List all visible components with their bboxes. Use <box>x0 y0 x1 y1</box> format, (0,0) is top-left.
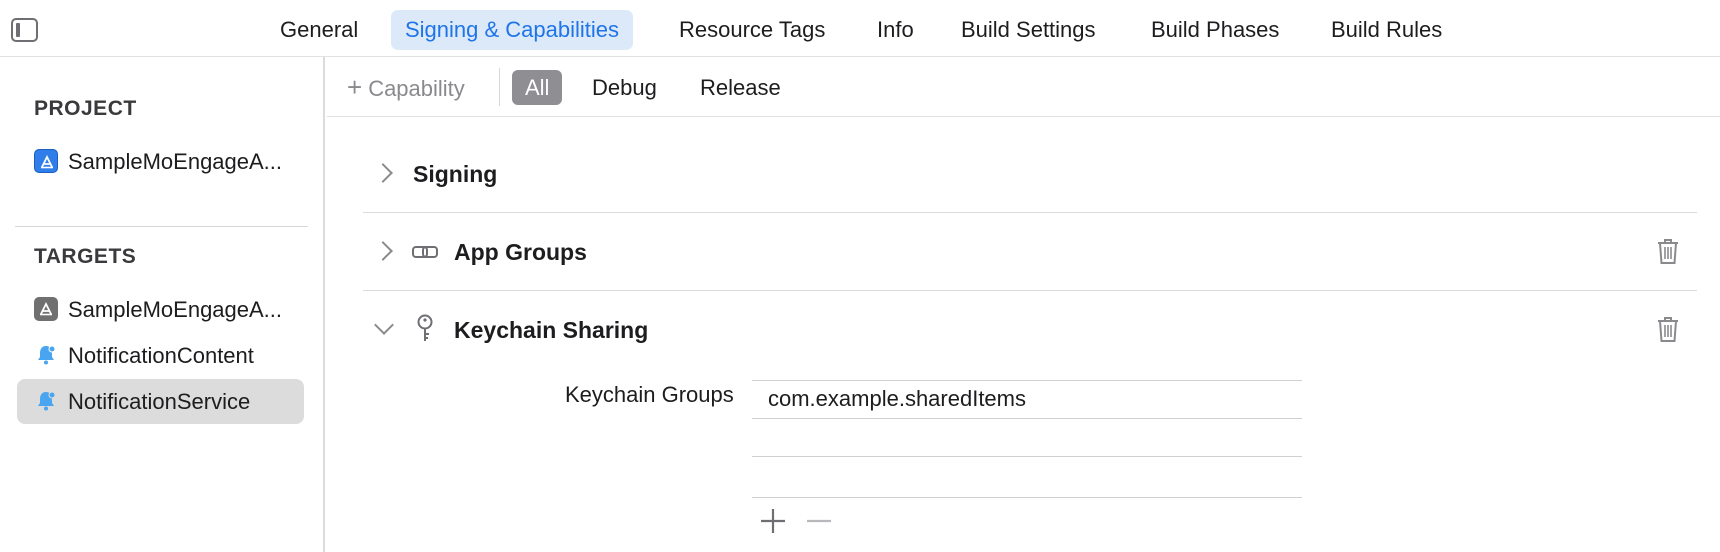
tab-build-rules[interactable]: Build Rules <box>1317 10 1456 50</box>
targets-section-header: TARGETS <box>34 245 137 268</box>
table-row-empty[interactable] <box>752 456 1302 494</box>
tab-signing-capabilities[interactable]: Signing & Capabilities <box>391 10 634 50</box>
project-navigator: PROJECT SampleMoEngageA... TARGETS Sampl… <box>0 57 325 552</box>
add-group-button[interactable] <box>757 505 789 537</box>
add-capability-label: Capability <box>368 76 465 101</box>
app-store-icon <box>34 149 58 173</box>
trash-icon[interactable] <box>1656 315 1680 343</box>
add-capability-button[interactable]: + Capability <box>347 69 465 105</box>
tab-general[interactable]: General <box>266 10 372 50</box>
tab-resource-tags[interactable]: Resource Tags <box>665 10 839 50</box>
capability-row-app-groups[interactable]: App Groups <box>363 213 1697 291</box>
tab-info[interactable]: Info <box>863 10 928 50</box>
capabilities-editor: + Capability All Debug Release Signing Ap… <box>327 57 1720 552</box>
filter-debug[interactable]: Debug <box>579 70 670 105</box>
sidebar-item-notification-service[interactable]: NotificationService <box>17 379 304 424</box>
chevron-right-icon[interactable] <box>373 163 393 183</box>
chevron-right-icon[interactable] <box>373 241 393 261</box>
bell-icon <box>34 343 58 367</box>
capabilities-toolbar: + Capability All Debug Release <box>327 57 1720 117</box>
key-icon <box>411 313 439 345</box>
sidebar-item-notification-content[interactable]: NotificationContent <box>17 333 304 378</box>
trash-icon[interactable] <box>1656 237 1680 265</box>
tab-build-settings[interactable]: Build Settings <box>947 10 1110 50</box>
table-bottom-border <box>752 497 1302 498</box>
chevron-down-icon[interactable] <box>374 315 394 335</box>
capability-title: Signing <box>413 161 498 187</box>
project-section-header: PROJECT <box>34 97 137 120</box>
bell-icon <box>34 389 58 413</box>
capability-title: App Groups <box>454 239 587 265</box>
capability-row-signing[interactable]: Signing <box>363 135 1697 213</box>
table-row-empty[interactable] <box>752 418 1302 456</box>
plus-icon: + <box>347 72 363 102</box>
table-row[interactable]: com.example.sharedItems <box>752 380 1302 418</box>
sidebar-item-target-app[interactable]: SampleMoEngageA... <box>17 287 304 332</box>
toolbar-divider <box>499 68 500 106</box>
capability-title: Keychain Sharing <box>454 317 649 343</box>
editor-tab-bar: General Signing & Capabilities Resource … <box>0 0 1720 57</box>
sidebar-item-label: NotificationContent <box>68 343 254 368</box>
link-icon <box>411 238 439 266</box>
sidebar-item-project[interactable]: SampleMoEngageA... <box>17 139 304 184</box>
keychain-groups-label: Keychain Groups <box>565 382 734 407</box>
capability-row-keychain-sharing[interactable]: Keychain Sharing <box>363 291 1697 369</box>
sidebar-item-label: SampleMoEngageA... <box>68 297 283 322</box>
filter-all[interactable]: All <box>512 70 563 105</box>
app-store-icon <box>34 297 58 321</box>
sidebar-divider <box>15 226 308 227</box>
tab-build-phases[interactable]: Build Phases <box>1137 10 1293 50</box>
sidebar-item-label: SampleMoEngageA... <box>68 149 283 174</box>
sidebar-toggle-icon[interactable] <box>11 18 38 42</box>
sidebar-item-label: NotificationService <box>68 389 251 414</box>
keychain-group-value[interactable]: com.example.sharedItems <box>768 381 1026 417</box>
remove-group-button[interactable] <box>803 505 835 537</box>
filter-release[interactable]: Release <box>687 70 794 105</box>
